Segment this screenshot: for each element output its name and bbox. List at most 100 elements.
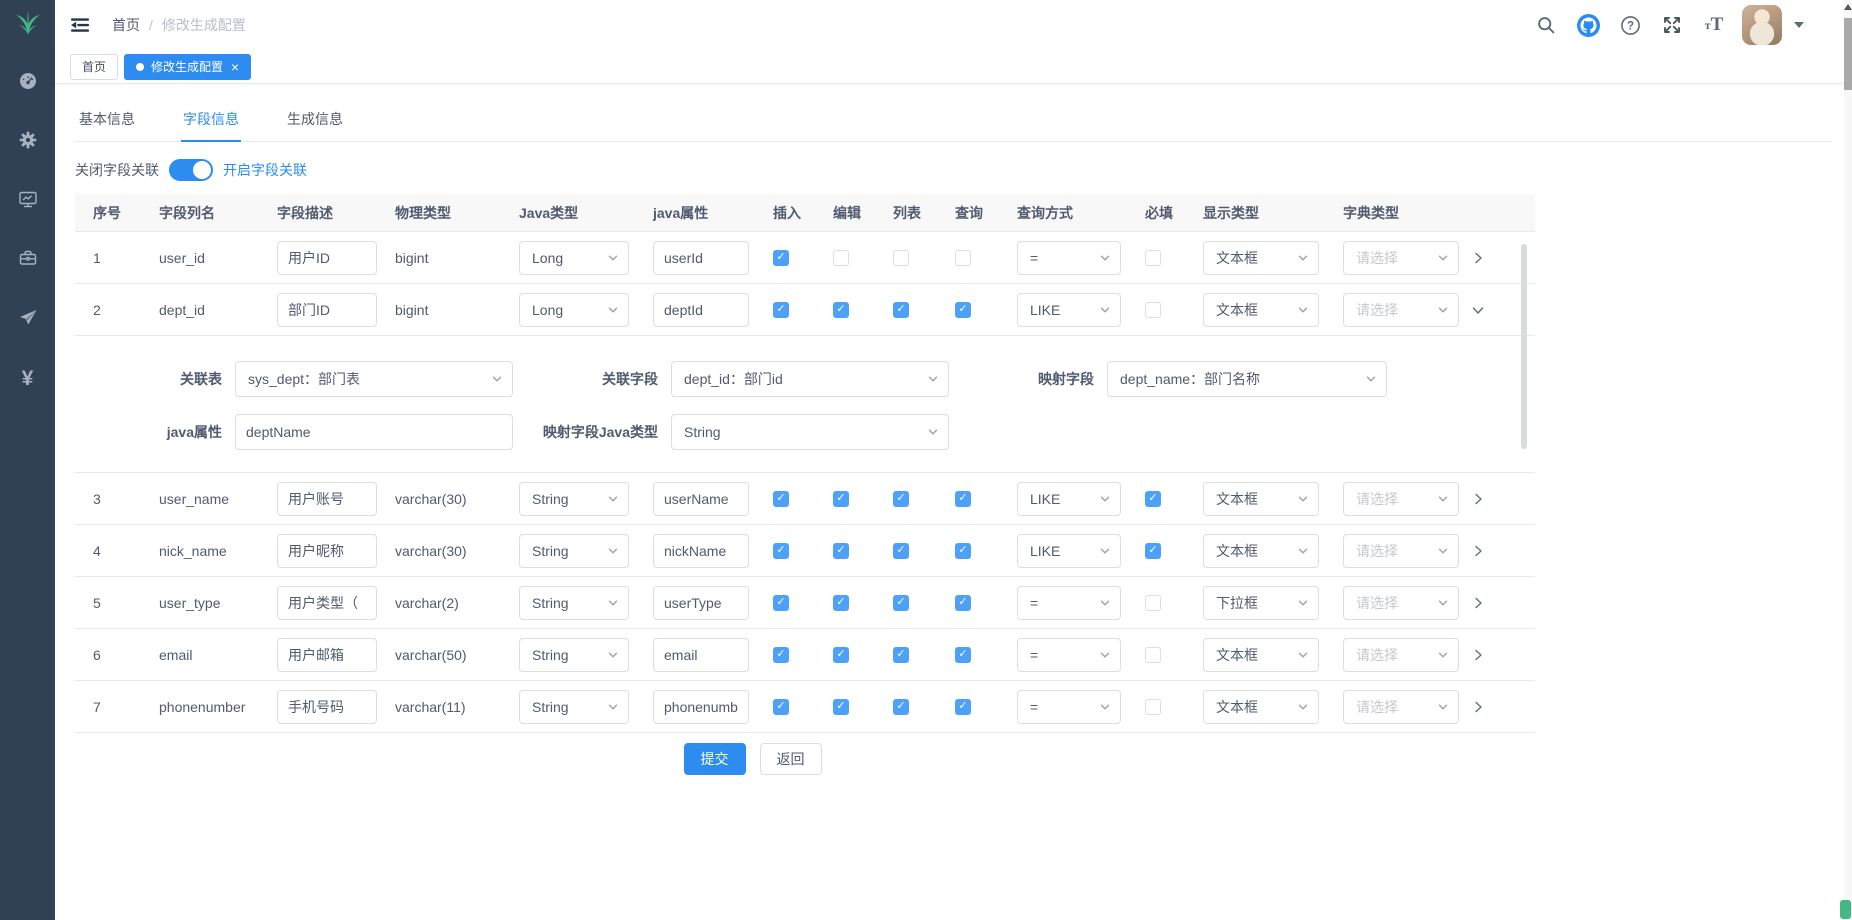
dict-type-select[interactable]: 请选择 xyxy=(1343,241,1459,275)
java-type-select[interactable]: String xyxy=(519,638,629,672)
search-icon[interactable] xyxy=(1534,13,1558,37)
mapping-java-type-select[interactable]: String xyxy=(671,414,949,450)
sidebar-item-pay[interactable]: ¥ xyxy=(0,349,55,408)
java-attr-input[interactable] xyxy=(653,638,749,672)
expand-row-icon[interactable] xyxy=(1471,648,1485,662)
relation-field-select[interactable]: dept_id：部门id xyxy=(671,361,949,397)
java-attr-input[interactable] xyxy=(653,534,749,568)
java-attr-input[interactable] xyxy=(653,586,749,620)
table-scrollbar[interactable] xyxy=(1521,236,1527,646)
fullscreen-icon[interactable] xyxy=(1660,13,1684,37)
java-attr-input[interactable] xyxy=(653,690,749,724)
relation-table-select[interactable]: sys_dept：部门表 xyxy=(235,361,513,397)
close-icon[interactable]: × xyxy=(231,60,239,74)
mapping-field-select[interactable]: dept_name：部门名称 xyxy=(1107,361,1387,397)
query-checkbox[interactable] xyxy=(955,647,971,663)
tab-gen-info[interactable]: 生成信息 xyxy=(285,100,345,141)
display-type-select[interactable]: 文本框 xyxy=(1203,241,1319,275)
insert-checkbox[interactable] xyxy=(773,595,789,611)
insert-checkbox[interactable] xyxy=(773,647,789,663)
list-checkbox[interactable] xyxy=(893,647,909,663)
list-checkbox[interactable] xyxy=(893,595,909,611)
font-size-icon[interactable]: тT xyxy=(1702,13,1726,37)
breadcrumb-home[interactable]: 首页 xyxy=(112,15,140,35)
java-attr-input[interactable] xyxy=(653,241,749,275)
insert-checkbox[interactable] xyxy=(773,302,789,318)
sidebar-fold-icon[interactable] xyxy=(70,14,92,36)
expand-row-icon[interactable] xyxy=(1471,251,1485,265)
tag-home[interactable]: 首页 xyxy=(70,54,118,80)
chevron-down-icon[interactable] xyxy=(1794,22,1804,28)
dict-type-select[interactable]: 请选择 xyxy=(1343,638,1459,672)
expand-row-icon[interactable] xyxy=(1471,492,1485,506)
edit-checkbox[interactable] xyxy=(833,250,849,266)
java-attr-input[interactable] xyxy=(653,482,749,516)
required-checkbox[interactable] xyxy=(1145,302,1161,318)
sidebar-item-dashboard[interactable] xyxy=(0,54,55,113)
sidebar-item-tools[interactable] xyxy=(0,231,55,290)
display-type-select[interactable]: 文本框 xyxy=(1203,638,1319,672)
list-checkbox[interactable] xyxy=(893,302,909,318)
user-avatar[interactable] xyxy=(1742,5,1782,45)
display-type-select[interactable]: 文本框 xyxy=(1203,534,1319,568)
query-checkbox[interactable] xyxy=(955,543,971,559)
edit-checkbox[interactable] xyxy=(833,491,849,507)
relation-toggle-right-label[interactable]: 开启字段关联 xyxy=(223,160,307,180)
query-checkbox[interactable] xyxy=(955,302,971,318)
back-button[interactable]: 返回 xyxy=(760,743,822,775)
table-scrollbar-thumb[interactable] xyxy=(1521,244,1527,449)
sidebar-item-system[interactable] xyxy=(0,113,55,172)
dict-type-select[interactable]: 请选择 xyxy=(1343,482,1459,516)
relation-toggle-switch[interactable] xyxy=(169,159,213,181)
expand-row-icon[interactable] xyxy=(1471,700,1485,714)
page-scrollbar[interactable] xyxy=(1844,0,1852,920)
query-mode-select[interactable]: = xyxy=(1017,586,1121,620)
edit-checkbox[interactable] xyxy=(833,699,849,715)
query-checkbox[interactable] xyxy=(955,250,971,266)
scrollbar-up-arrow-icon[interactable] xyxy=(1844,4,1852,10)
java-type-select[interactable]: String xyxy=(519,482,629,516)
submit-button[interactable]: 提交 xyxy=(684,743,746,775)
display-type-select[interactable]: 文本框 xyxy=(1203,293,1319,327)
column-desc-input[interactable] xyxy=(277,534,377,568)
required-checkbox[interactable] xyxy=(1145,250,1161,266)
java-type-select[interactable]: Long xyxy=(519,293,629,327)
insert-checkbox[interactable] xyxy=(773,543,789,559)
display-type-select[interactable]: 下拉框 xyxy=(1203,586,1319,620)
page-scrollbar-thumb[interactable] xyxy=(1844,18,1852,90)
query-mode-select[interactable]: = xyxy=(1017,690,1121,724)
sidebar-item-job[interactable] xyxy=(0,290,55,349)
display-type-select[interactable]: 文本框 xyxy=(1203,482,1319,516)
expand-row-icon[interactable] xyxy=(1471,544,1485,558)
required-checkbox[interactable] xyxy=(1145,699,1161,715)
insert-checkbox[interactable] xyxy=(773,699,789,715)
display-type-select[interactable]: 文本框 xyxy=(1203,690,1319,724)
column-desc-input[interactable] xyxy=(277,241,377,275)
github-icon[interactable] xyxy=(1576,13,1600,37)
dict-type-select[interactable]: 请选择 xyxy=(1343,293,1459,327)
java-type-select[interactable]: String xyxy=(519,690,629,724)
edit-checkbox[interactable] xyxy=(833,647,849,663)
list-checkbox[interactable] xyxy=(893,699,909,715)
app-logo[interactable] xyxy=(0,0,55,50)
insert-checkbox[interactable] xyxy=(773,491,789,507)
required-checkbox[interactable] xyxy=(1145,647,1161,663)
expand-row-icon[interactable] xyxy=(1471,596,1485,610)
insert-checkbox[interactable] xyxy=(773,250,789,266)
dict-type-select[interactable]: 请选择 xyxy=(1343,690,1459,724)
query-mode-select[interactable]: LIKE xyxy=(1017,293,1121,327)
list-checkbox[interactable] xyxy=(893,250,909,266)
tab-basic-info[interactable]: 基本信息 xyxy=(77,100,137,141)
column-desc-input[interactable] xyxy=(277,482,377,516)
tag-current[interactable]: 修改生成配置 × xyxy=(124,54,251,80)
column-desc-input[interactable] xyxy=(277,638,377,672)
query-mode-select[interactable]: = xyxy=(1017,241,1121,275)
edit-checkbox[interactable] xyxy=(833,595,849,611)
query-checkbox[interactable] xyxy=(955,595,971,611)
list-checkbox[interactable] xyxy=(893,491,909,507)
query-mode-select[interactable]: LIKE xyxy=(1017,482,1121,516)
java-attr-input[interactable] xyxy=(653,293,749,327)
edit-checkbox[interactable] xyxy=(833,302,849,318)
sidebar-item-monitor[interactable] xyxy=(0,172,55,231)
query-mode-select[interactable]: LIKE xyxy=(1017,534,1121,568)
